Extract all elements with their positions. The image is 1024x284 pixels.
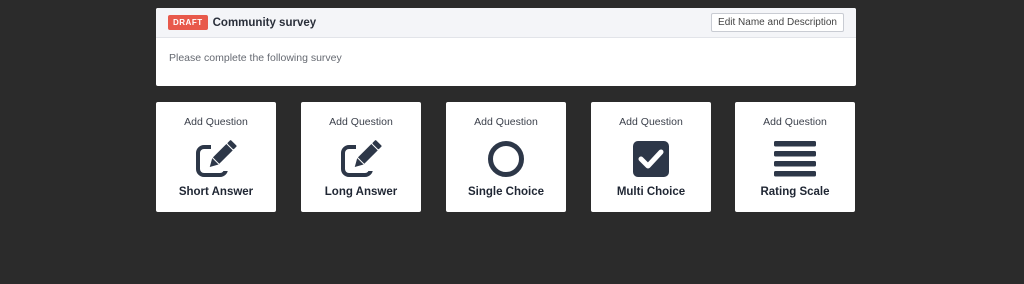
- draft-badge: DRAFT: [168, 15, 208, 30]
- question-type-label: Long Answer: [324, 186, 398, 198]
- question-type-label: Short Answer: [178, 186, 254, 198]
- circle-icon: [485, 139, 527, 179]
- edit-icon: [340, 139, 382, 179]
- survey-card: DRAFT Community survey Edit Name and Des…: [156, 8, 856, 86]
- survey-title: Community survey: [212, 16, 317, 29]
- add-single-choice-tile[interactable]: Add Question Single Choice: [446, 102, 566, 212]
- add-multi-choice-tile[interactable]: Add Question Multi Choice: [591, 102, 711, 212]
- question-type-label: Single Choice: [467, 186, 545, 198]
- add-question-label: Add Question: [329, 116, 393, 128]
- survey-description: Please complete the following survey: [169, 52, 342, 64]
- add-question-label: Add Question: [619, 116, 683, 128]
- checkbox-icon: [630, 139, 672, 179]
- add-long-answer-tile[interactable]: Add Question Long Answer: [301, 102, 421, 212]
- survey-header: DRAFT Community survey Edit Name and Des…: [156, 8, 856, 38]
- add-short-answer-tile[interactable]: Add Question Short Answer: [156, 102, 276, 212]
- add-question-label: Add Question: [763, 116, 827, 128]
- add-rating-scale-tile[interactable]: Add Question Rating Scale: [735, 102, 855, 212]
- question-type-label: Multi Choice: [616, 186, 686, 198]
- add-question-label: Add Question: [474, 116, 538, 128]
- edit-name-description-button[interactable]: Edit Name and Description: [711, 13, 844, 32]
- list-icon: [774, 139, 816, 179]
- question-type-label: Rating Scale: [760, 186, 830, 198]
- edit-icon: [195, 139, 237, 179]
- add-question-label: Add Question: [184, 116, 248, 128]
